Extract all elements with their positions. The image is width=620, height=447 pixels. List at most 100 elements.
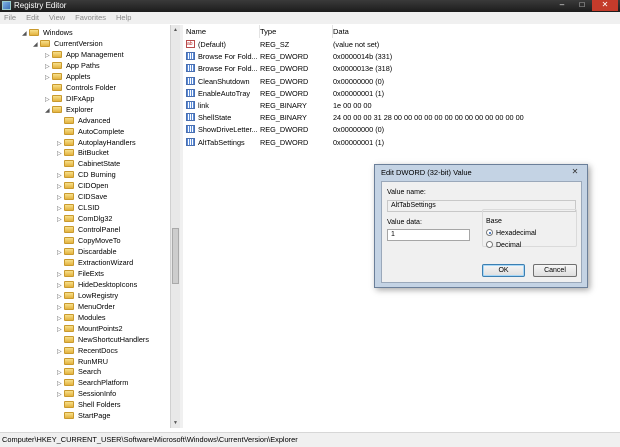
hexadecimal-radio[interactable]: Hexadecimal (486, 229, 536, 238)
value-name-cell: AltTabSettings (186, 137, 245, 149)
scrollbar-thumb[interactable] (172, 228, 179, 284)
menu-file[interactable]: File (0, 12, 21, 24)
expanded-arrow-icon[interactable]: ◢ (45, 106, 52, 117)
dialog-close-icon[interactable]: ✕ (569, 167, 581, 177)
tree-item[interactable]: RunMRU (57, 356, 108, 367)
value-row[interactable]: Browse For Fold... REG_DWORD 0x0000014b (3… (183, 51, 620, 63)
tree-item-label: BitBucket (78, 148, 109, 158)
value-row[interactable]: (Default) REG_SZ (value not set) (183, 38, 620, 51)
value-name-text: link (198, 101, 209, 110)
value-name-text: (Default) (198, 40, 226, 49)
menu-help[interactable]: Help (111, 12, 136, 24)
tree-item[interactable]: AutoComplete (57, 126, 124, 137)
cancel-button[interactable]: Cancel (533, 264, 577, 277)
value-name-cell: EnableAutoTray (186, 88, 250, 100)
tree-item[interactable]: ▷ Modules (57, 312, 106, 323)
close-button[interactable]: ✕ (592, 0, 618, 11)
value-type-cell: REG_SZ (260, 40, 290, 49)
tree-item[interactable]: ▷ HideDesktopIcons (57, 279, 137, 290)
tree-item[interactable]: ▷ Search (57, 366, 101, 377)
tree-item[interactable]: ▷ DIFxApp (45, 93, 94, 104)
tree-item[interactable]: ◢ CurrentVersion (33, 38, 103, 49)
tree-item-label: LowRegistry (78, 290, 119, 300)
decimal-radio[interactable]: Decimal (486, 241, 521, 250)
value-data-input[interactable]: 1 (387, 229, 470, 241)
status-bar: Computer\HKEY_CURRENT_USER\Software\Micr… (0, 432, 620, 447)
value-name-cell: Browse For Fold... (186, 63, 258, 75)
tree-item[interactable]: Controls Folder (45, 82, 116, 93)
folder-icon (64, 171, 74, 179)
tree-item[interactable]: ▷ App Paths (45, 60, 100, 71)
tree-item[interactable]: ▷ Applets (45, 71, 90, 82)
column-header-type[interactable]: Type (260, 25, 333, 38)
value-name-text: CleanShutdown (198, 76, 250, 86)
binary-value-icon (186, 101, 195, 109)
value-data-cell: 24 00 00 00 31 28 00 00 00 00 00 00 00 0… (333, 113, 524, 123)
folder-icon (64, 149, 74, 157)
tree-item-label: Controls Folder (66, 82, 116, 92)
value-row[interactable]: EnableAutoTray REG_DWORD 0x00000001 (1) (183, 88, 620, 100)
tree-item[interactable]: Advanced (57, 115, 110, 126)
folder-icon (64, 127, 74, 135)
tree-item[interactable]: ◢ Windows (22, 27, 73, 38)
value-row[interactable]: Browse For Fold... REG_DWORD 0x0000013e (3… (183, 63, 620, 75)
tree-scrollbar[interactable]: ▲ ▼ (170, 25, 180, 428)
expanded-arrow-icon[interactable]: ◢ (33, 40, 40, 51)
folder-icon (64, 401, 74, 409)
tree-item-label: CopyMoveTo (78, 236, 121, 246)
value-row[interactable]: AltTabSettings REG_DWORD 0x00000001 (1) (183, 137, 620, 149)
value-row[interactable]: ShellState REG_BINARY 24 00 00 00 31 28 00… (183, 112, 620, 124)
tree-item[interactable]: ▷ Discardable (57, 246, 117, 257)
tree-item[interactable]: NewShortcutHandlers (57, 334, 149, 345)
menu-edit[interactable]: Edit (21, 12, 44, 24)
expanded-arrow-icon[interactable]: ◢ (22, 29, 29, 40)
tree-item[interactable]: ▷ ComDlg32 (57, 213, 112, 224)
scroll-down-icon[interactable]: ▼ (172, 419, 179, 427)
value-row[interactable]: link REG_BINARY 1e 00 00 00 (183, 100, 620, 112)
tree-item[interactable]: ▷ FileExts (57, 268, 104, 279)
value-name-cell: Browse For Fold... (186, 51, 258, 63)
scroll-up-icon[interactable]: ▲ (172, 26, 179, 34)
tree-item-label: ExtractionWizard (78, 257, 134, 267)
menu-view[interactable]: View (44, 12, 70, 24)
folder-icon (64, 116, 74, 124)
value-data-cell: 0x00000000 (0) (333, 125, 385, 135)
tree-item-label: NewShortcutHandlers (78, 334, 149, 344)
value-row[interactable]: CleanShutdown REG_DWORD 0x00000000 (0) (183, 76, 620, 88)
tree-item[interactable]: ▷ CD Burning (57, 169, 116, 180)
tree-item[interactable]: ▷ CIDOpen (57, 180, 108, 191)
folder-icon (64, 138, 74, 146)
tree-item[interactable]: ▷ LowRegistry (57, 290, 118, 301)
tree-item[interactable]: ▷ BitBucket (57, 147, 109, 158)
tree-item[interactable]: StartPage (57, 410, 110, 421)
tree-item-label: Advanced (78, 115, 111, 125)
value-row[interactable]: ShowDriveLetter... REG_DWORD 0x00000000 (0… (183, 124, 620, 136)
ok-button[interactable]: OK (482, 264, 525, 277)
folder-icon (52, 61, 62, 69)
value-type-cell: REG_DWORD (260, 137, 309, 147)
tree-item[interactable]: ▷ RecentDocs (57, 345, 118, 356)
tree-item[interactable]: ▷ SessionInfo (57, 388, 116, 399)
tree-item[interactable]: Shell Folders (57, 399, 121, 410)
tree-item[interactable]: ▷ App Management (45, 49, 124, 60)
folder-icon (64, 215, 74, 223)
column-header-name[interactable]: Name (186, 25, 260, 38)
tree-item[interactable]: ▷ MountPoints2 (57, 323, 123, 334)
value-data-cell: 0x00000000 (0) (333, 76, 385, 86)
tree-item[interactable]: CabinetState (57, 158, 120, 169)
minimize-button[interactable]: – (552, 0, 572, 11)
tree-item[interactable]: ▷ MenuOrder (57, 301, 115, 312)
tree-item[interactable]: ControlPanel (57, 224, 120, 235)
base-label: Base (485, 218, 503, 225)
tree-item[interactable]: ▷ CLSID (57, 202, 100, 213)
tree-item[interactable]: ▷ AutoplayHandlers (57, 137, 136, 148)
tree-item[interactable]: CopyMoveTo (57, 235, 121, 246)
column-header-data[interactable]: Data (333, 25, 620, 38)
tree-item[interactable]: ▷ CIDSave (57, 191, 107, 202)
tree-item[interactable]: ◢ Explorer (45, 104, 93, 115)
tree-item[interactable]: ▷ SearchPlatform (57, 377, 128, 388)
tree-item[interactable]: ExtractionWizard (57, 257, 133, 268)
menu-favorites[interactable]: Favorites (70, 12, 111, 24)
maximize-button[interactable]: □ (572, 0, 592, 11)
tree-item-label: ComDlg32 (78, 214, 113, 224)
